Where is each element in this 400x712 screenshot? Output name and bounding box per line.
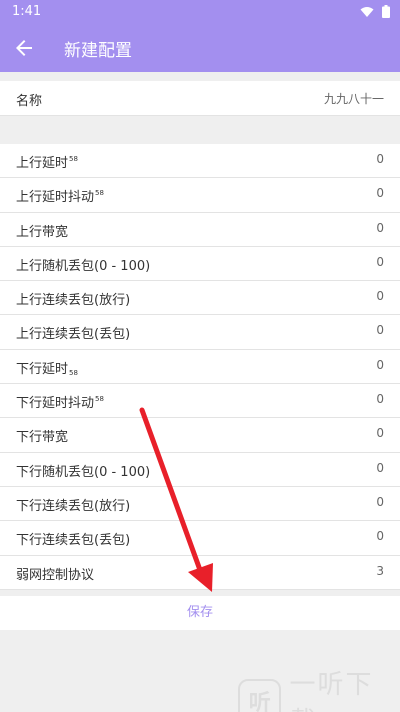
setting-label-text: 上行连续丢包(丢包)	[16, 327, 131, 343]
watermark-text: 一听下载	[289, 670, 374, 712]
setting-row[interactable]: 上行带宽 0	[0, 212, 400, 247]
save-bar: 保存	[0, 596, 400, 630]
save-button[interactable]: 保存	[0, 596, 400, 630]
setting-value: 0	[376, 323, 384, 338]
setting-row[interactable]: 下行延时58 0	[0, 349, 400, 385]
setting-label: 上行延时抖动58	[16, 186, 104, 205]
setting-value: 0	[376, 254, 384, 269]
status-time: 1:41	[12, 4, 42, 19]
setting-label-text: 下行延时抖动	[16, 396, 95, 412]
setting-label-text: 下行随机丢包(0 - 100)	[16, 464, 151, 480]
setting-label-text: 下行连续丢包(放行)	[16, 498, 131, 514]
page-title: 新建配置	[64, 41, 132, 61]
setting-label: 下行带宽	[16, 426, 68, 445]
setting-label-text: 上行随机丢包(0 - 100)	[16, 258, 151, 274]
arrow-left-icon[interactable]	[12, 36, 36, 60]
setting-label-text: 下行带宽	[16, 430, 69, 446]
setting-row[interactable]: 上行延时58 0	[0, 144, 400, 179]
setting-label-text: 下行连续丢包(丢包)	[16, 533, 131, 549]
setting-value: 0	[376, 426, 384, 441]
setting-row[interactable]: 下行连续丢包(丢包) 0	[0, 521, 400, 556]
setting-label: 下行随机丢包(0 - 100)	[16, 461, 150, 480]
setting-value: 0	[376, 529, 384, 544]
name-value: 九九八十一	[323, 92, 384, 106]
battery-icon	[382, 5, 390, 18]
setting-value: 0	[376, 152, 384, 166]
setting-row[interactable]: 下行随机丢包(0 - 100) 0	[0, 452, 400, 487]
setting-label-mark: 58	[95, 395, 104, 404]
setting-label-text: 下行延时	[16, 361, 69, 377]
settings-list: 上行延时58 0 上行延时抖动58 0 上行带宽 0 上行随机丢包(0 - 100) 0 上行连…	[0, 144, 400, 590]
setting-value: 0	[376, 289, 384, 304]
watermark-logo: 听	[238, 679, 282, 712]
setting-row[interactable]: 下行带宽 0	[0, 418, 400, 453]
setting-label-text: 上行连续丢包(放行)	[16, 293, 131, 309]
setting-value: 0	[376, 186, 384, 201]
setting-row[interactable]: 上行随机丢包(0 - 100) 0	[0, 246, 400, 282]
setting-row[interactable]: 下行连续丢包(放行) 0	[0, 486, 400, 522]
app-bar: 新建配置	[0, 24, 400, 72]
watermark: 听 一听下载	[238, 664, 400, 712]
setting-value: 3	[376, 563, 384, 578]
setting-label-text: 弱网控制协议	[16, 567, 95, 583]
setting-value: 0	[376, 460, 384, 475]
setting-row[interactable]: 上行延时抖动58 0	[0, 178, 400, 213]
setting-label: 下行连续丢包(放行)	[16, 495, 130, 514]
setting-value: 0	[376, 392, 384, 407]
status-icons	[360, 5, 390, 18]
setting-label: 上行随机丢包(0 - 100)	[16, 255, 150, 274]
setting-value: 0	[376, 357, 384, 372]
setting-label: 弱网控制协议	[16, 564, 94, 583]
setting-label-mark: 58	[95, 189, 104, 198]
name-row[interactable]: 名称 九九八十一	[0, 81, 400, 116]
setting-label: 上行连续丢包(丢包)	[16, 323, 130, 342]
setting-value: 0	[376, 220, 384, 235]
setting-label: 上行带宽	[16, 221, 68, 240]
setting-label-mark: 58	[69, 155, 78, 163]
setting-label-text: 上行带宽	[16, 224, 69, 240]
setting-row[interactable]: 弱网控制协议 3	[0, 555, 400, 590]
wifi-icon	[360, 6, 374, 17]
setting-value: 0	[376, 494, 384, 509]
setting-label: 下行连续丢包(丢包)	[16, 529, 130, 548]
setting-label: 下行延时抖动58	[16, 392, 104, 411]
setting-row[interactable]: 上行连续丢包(放行) 0	[0, 281, 400, 316]
setting-row[interactable]: 上行连续丢包(丢包) 0	[0, 315, 400, 350]
setting-label: 下行延时58	[16, 358, 78, 377]
setting-label-mark: 58	[69, 368, 78, 377]
setting-row[interactable]: 下行延时抖动58 0	[0, 384, 400, 419]
setting-label-text: 上行延时抖动	[16, 190, 95, 206]
setting-label: 上行延时58	[16, 152, 78, 171]
setting-label-text: 上行延时	[16, 156, 69, 171]
status-bar: 1:41	[0, 0, 400, 24]
name-label: 名称	[16, 94, 43, 109]
setting-label: 上行连续丢包(放行)	[16, 289, 130, 308]
